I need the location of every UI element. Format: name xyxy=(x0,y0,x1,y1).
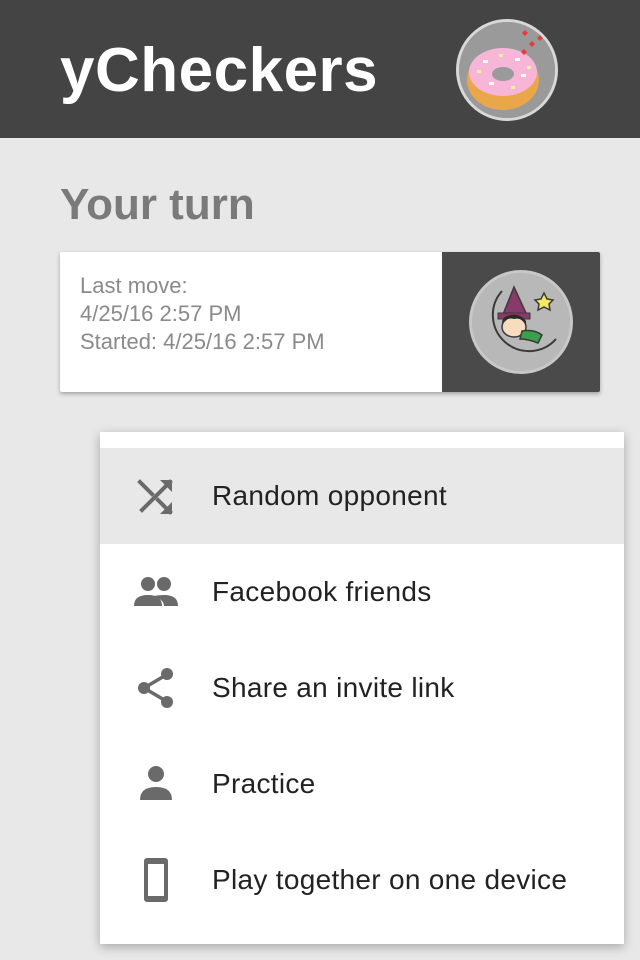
menu-item-play-together[interactable]: Play together on one device xyxy=(100,832,624,928)
menu-item-label: Random opponent xyxy=(212,480,447,511)
app-header: yCheckers xyxy=(0,0,640,138)
menu-item-label: Facebook friends xyxy=(212,576,432,607)
menu-item-facebook-friends[interactable]: Facebook friends xyxy=(100,544,624,640)
witch-on-moon-avatar-icon xyxy=(469,270,573,374)
game-card-info: Last move: 4/25/16 2:57 PM Started: 4/25… xyxy=(80,272,325,356)
menu-item-random-opponent[interactable]: Random opponent xyxy=(100,448,624,544)
menu-item-label: Share an invite link xyxy=(212,672,455,703)
person-icon xyxy=(132,762,180,806)
menu-item-label: Practice xyxy=(212,768,316,799)
people-icon xyxy=(132,570,180,614)
game-card[interactable]: Last move: 4/25/16 2:57 PM Started: 4/25… xyxy=(60,252,600,392)
opponent-panel xyxy=(442,252,600,392)
menu-item-label: Play together on one device xyxy=(212,864,568,895)
phone-icon xyxy=(132,858,180,902)
started-time: Started: 4/25/16 2:57 PM xyxy=(80,329,325,354)
last-move-label: Last move: xyxy=(80,273,188,298)
donut-avatar-icon[interactable] xyxy=(456,19,558,121)
share-icon xyxy=(132,666,180,710)
last-move-time: 4/25/16 2:57 PM xyxy=(80,301,242,326)
menu-item-share-invite-link[interactable]: Share an invite link xyxy=(100,640,624,736)
app-title: yCheckers xyxy=(60,36,379,105)
new-game-menu: Random opponent Facebook friends Share a… xyxy=(100,432,624,944)
shuffle-icon xyxy=(132,474,180,518)
section-title: Your turn xyxy=(60,180,255,229)
menu-item-practice[interactable]: Practice xyxy=(100,736,624,832)
